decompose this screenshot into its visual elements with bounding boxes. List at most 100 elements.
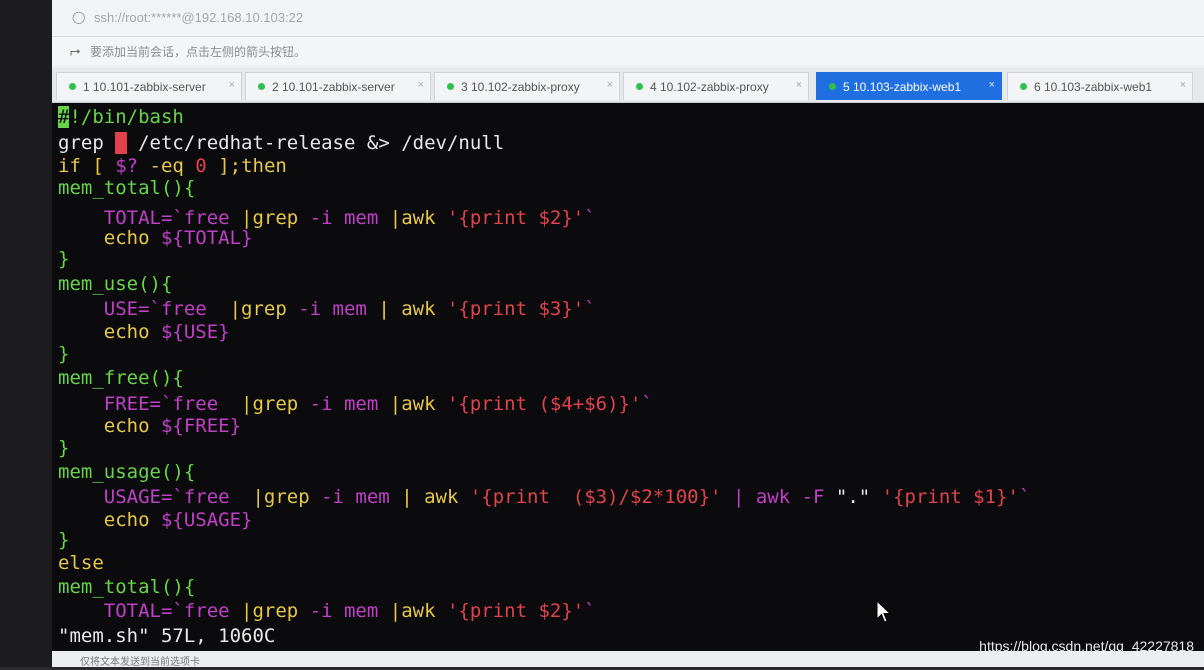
code-token: `: [584, 207, 596, 229]
code-token: ${USE}: [160, 321, 230, 343]
code-token: `free: [160, 393, 242, 415]
code-token: |grep: [241, 207, 310, 229]
tab-session-2[interactable]: 2 10.101-zabbix-server ×: [245, 72, 431, 100]
code-line: USE=`free |grep -i mem | awk '{print $3}…: [58, 298, 596, 322]
tab-label: 1 10.101-zabbix-server: [83, 80, 206, 94]
code-line: echo ${USE}: [58, 321, 230, 345]
code-token: `free: [149, 298, 230, 320]
code-token: -i mem: [309, 207, 390, 229]
connected-dot-icon: [447, 83, 454, 90]
code-line: echo ${FREE}: [58, 415, 241, 439]
code-token: `free: [172, 207, 242, 229]
arrow-bookmark-icon[interactable]: ⮣: [70, 43, 80, 59]
code-token: if [: [58, 155, 116, 177]
tab-session-3[interactable]: 3 10.102-zabbix-proxy ×: [434, 72, 620, 100]
code-token: TOTAL=: [58, 600, 173, 622]
tab-session-1[interactable]: 1 10.101-zabbix-server ×: [56, 72, 242, 100]
code-token: `: [584, 600, 596, 622]
session-hint-bar: ⮣ 要添加当前会话，点击左侧的箭头按钮。: [52, 37, 1204, 65]
ssh-client-window: ◯ ssh://root:******@192.168.10.103:22 ⮣ …: [52, 0, 1204, 668]
code-token: grep: [58, 132, 116, 154]
address-bar[interactable]: ◯ ssh://root:******@192.168.10.103:22: [52, 0, 1204, 37]
connected-dot-icon: [829, 83, 836, 90]
code-line: mem_use(){: [58, 273, 172, 297]
code-token: -eq: [138, 155, 196, 177]
tab-session-5[interactable]: 5 10.103-zabbix-web1 ×: [816, 72, 1002, 100]
close-icon[interactable]: ×: [989, 79, 995, 91]
connected-dot-icon: [69, 83, 76, 90]
code-token: mem_usage(){: [58, 461, 196, 483]
connected-dot-icon: [258, 83, 265, 90]
code-token: `free: [172, 600, 242, 622]
code-token: '{print ($3)/$2*100}': [469, 486, 722, 508]
tab-session-4[interactable]: 4 10.102-zabbix-proxy ×: [623, 72, 809, 100]
code-line: grep i /etc/redhat-release &> /dev/null: [58, 132, 504, 156]
code-token: |grep: [229, 298, 299, 320]
tab-label: 6 10.103-zabbix-web1: [1034, 80, 1153, 94]
code-token: -i mem: [309, 393, 390, 415]
code-token: TOTAL=: [58, 207, 173, 229]
code-token: | awk: [378, 298, 447, 320]
code-line: #!/bin/bash: [58, 106, 184, 130]
code-token: }: [58, 248, 70, 270]
hint-text: 要添加当前会话，点击左侧的箭头按钮。: [90, 45, 307, 59]
code-token: /etc/redhat-release &> /dev/null: [126, 132, 505, 154]
code-line: else: [58, 552, 104, 576]
code-line: TOTAL=`free |grep -i mem |awk '{print $2…: [58, 600, 596, 624]
code-token: | awk: [401, 486, 470, 508]
code-token: mem_free(){: [58, 367, 184, 389]
code-token: FREE=: [58, 393, 161, 415]
code-token: -i mem: [309, 600, 390, 622]
tab-session-6[interactable]: 6 10.103-zabbix-web1 ×: [1007, 72, 1193, 100]
tab-label: 5 10.103-zabbix-web1: [843, 80, 962, 94]
code-line: FREE=`free |grep -i mem |awk '{print ($4…: [58, 393, 653, 417]
code-line: mem_free(){: [58, 367, 184, 391]
code-line: mem_usage(){: [58, 461, 195, 485]
monitor-bezel: [0, 0, 52, 667]
code-token: ${FREE}: [160, 415, 242, 437]
code-line: if [ $? -eq 0 ];then: [58, 155, 287, 179]
tab-label: 3 10.102-zabbix-proxy: [461, 80, 580, 94]
tab-label: 4 10.102-zabbix-proxy: [650, 80, 769, 94]
code-token: `: [641, 393, 653, 415]
terminal-pane[interactable]: #!/bin/bash grep i /etc/redhat-release &…: [52, 103, 1204, 667]
code-line: }: [58, 529, 69, 553]
code-token: | awk -F: [721, 486, 836, 508]
code-token: 0: [195, 155, 207, 177]
close-icon[interactable]: ×: [418, 79, 424, 91]
code-token: |grep: [241, 600, 310, 622]
code-token: else: [58, 552, 104, 574]
code-token: ${TOTAL}: [160, 227, 253, 249]
code-token: ];then: [206, 155, 287, 177]
code-token: '{print $2}': [446, 207, 585, 229]
code-token: |grep: [241, 393, 310, 415]
close-icon[interactable]: ×: [229, 79, 235, 91]
code-line: }: [58, 437, 69, 461]
code-token: '{print $3}': [446, 298, 585, 320]
code-token: echo: [58, 321, 161, 343]
close-icon[interactable]: ×: [607, 79, 613, 91]
code-token: '{print $2}': [446, 600, 585, 622]
code-token: ".": [835, 486, 871, 508]
code-token: -i mem: [321, 486, 402, 508]
code-line: }: [58, 248, 69, 272]
code-token: |awk: [389, 207, 447, 229]
code-token: USAGE=: [58, 486, 173, 508]
code-line: mem_total(){: [58, 177, 195, 201]
code-token: |awk: [389, 600, 447, 622]
code-token: `: [1018, 486, 1031, 508]
text-cursor: i: [115, 132, 127, 154]
code-token: ${USAGE}: [160, 509, 253, 531]
code-token: mem_total(){: [58, 576, 196, 598]
close-icon[interactable]: ×: [1180, 79, 1186, 91]
code-token: echo: [58, 227, 161, 249]
close-icon[interactable]: ×: [796, 79, 802, 91]
code-token: }: [58, 529, 70, 551]
code-token: echo: [58, 415, 161, 437]
session-tabs: 1 10.101-zabbix-server × 2 10.101-zabbix…: [52, 68, 1204, 103]
code-token: `free: [172, 486, 253, 508]
code-token: -i mem: [298, 298, 379, 320]
code-token: echo: [58, 509, 161, 531]
code-line: }: [58, 343, 69, 367]
code-line: mem_total(){: [58, 576, 195, 600]
